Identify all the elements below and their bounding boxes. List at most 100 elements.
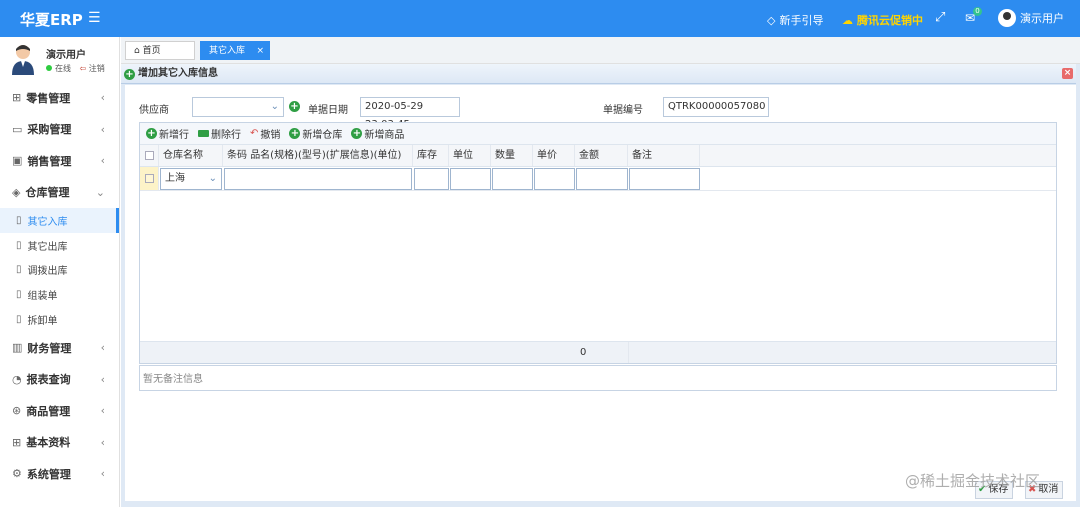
close-icon[interactable]: × bbox=[256, 42, 264, 61]
col-amount: 金额 bbox=[575, 145, 628, 166]
guide-link[interactable]: ◇ 新手引导 bbox=[767, 12, 823, 28]
add-supplier-icon[interactable]: + bbox=[289, 101, 300, 112]
add-icon: + bbox=[289, 128, 301, 139]
gear-icon: ⚙ bbox=[12, 467, 22, 481]
minus-icon bbox=[198, 130, 209, 137]
tab-home[interactable]: ⌂ 首页 bbox=[125, 41, 195, 60]
product-input[interactable] bbox=[224, 168, 412, 190]
sidebar-item-label: 商品管理 bbox=[26, 404, 71, 418]
date-field[interactable]: 2020-05-29 23:03:45 bbox=[360, 97, 460, 130]
chevron-left-icon: ‹ bbox=[100, 372, 105, 386]
col-quantity: 数量 bbox=[491, 145, 533, 166]
sidebar-item-label: 报表查询 bbox=[26, 373, 71, 387]
panel-header: + 增加其它入库信息 × bbox=[121, 64, 1076, 84]
add-row-button[interactable]: + 新增行 bbox=[146, 126, 189, 141]
panel-title: 增加其它入库信息 bbox=[138, 68, 218, 79]
sidebar-item-basic-data[interactable]: ⊞ 基本资料 ‹ bbox=[0, 426, 119, 458]
sidebar-sub-assemble[interactable]: ▯ 组装单 bbox=[0, 282, 119, 307]
number-field[interactable]: QTRK00000057080 bbox=[663, 97, 769, 117]
chevron-left-icon: ‹ bbox=[100, 154, 105, 168]
sidebar-sub-disassemble[interactable]: ▯ 拆卸单 bbox=[0, 307, 119, 332]
sidebar-item-reports[interactable]: ◔ 报表查询 ‹ bbox=[0, 363, 119, 395]
pie-icon: ◔ bbox=[12, 372, 22, 386]
sidebar-sub-label: 其它出库 bbox=[27, 241, 68, 253]
remark-placeholder: 暂无备注信息 bbox=[143, 374, 203, 385]
col-barcode-name: 条码 品名(规格)(型号)(扩展信息)(单位) bbox=[223, 145, 413, 166]
sidebar-item-system[interactable]: ⚙ 系统管理 ‹ bbox=[0, 458, 119, 490]
col-stock: 库存 bbox=[413, 145, 449, 166]
main-area: + 增加其它入库信息 × 供应商 ⌄ + 单据日期 2020-05-29 23:… bbox=[121, 64, 1080, 507]
app-logo: 华夏ERP bbox=[20, 11, 83, 29]
add-icon: + bbox=[146, 128, 157, 139]
warehouse-select[interactable]: 上海 ⌄ bbox=[160, 168, 222, 190]
amount-input[interactable] bbox=[576, 168, 628, 190]
doc-icon: ▯ bbox=[16, 214, 22, 226]
chevron-down-icon: ⌄ bbox=[95, 185, 105, 199]
add-product-button[interactable]: + 新增商品 bbox=[351, 126, 404, 141]
sidebar-item-label: 采购管理 bbox=[27, 123, 72, 137]
box-icon: ⊛ bbox=[12, 404, 22, 418]
sidebar-sub-label: 调拨出库 bbox=[27, 266, 68, 278]
remark-textarea[interactable]: 暂无备注信息 bbox=[139, 365, 1057, 391]
select-all-checkbox[interactable] bbox=[140, 145, 159, 166]
cloud-icon: ☁ bbox=[842, 13, 853, 27]
supplier-label: 供应商 bbox=[139, 105, 169, 116]
sidebar-item-purchase[interactable]: ▭ 采购管理 ‹ bbox=[0, 114, 119, 146]
quantity-input[interactable] bbox=[492, 168, 533, 190]
sidebar-sub-other-out[interactable]: ▯ 其它出库 bbox=[0, 233, 119, 258]
doc-icon: ▯ bbox=[16, 314, 22, 326]
chevron-left-icon: ‹ bbox=[100, 404, 105, 418]
cancel-label: 取消 bbox=[1038, 484, 1059, 495]
book-icon: ▥ bbox=[12, 341, 23, 355]
chevron-left-icon: ‹ bbox=[100, 341, 105, 355]
user-menu[interactable]: 演示用户 bbox=[998, 9, 1064, 27]
doc-icon: ▯ bbox=[16, 264, 22, 276]
tab-label: 其它入库 bbox=[209, 46, 246, 56]
sidebar-item-finance[interactable]: ▥ 财务管理 ‹ bbox=[0, 332, 119, 364]
sidebar-sub-label: 拆卸单 bbox=[27, 316, 58, 328]
fullscreen-icon[interactable]: ⤢ bbox=[935, 10, 945, 25]
sidebar-sub-other-in[interactable]: ▯ 其它入库 bbox=[0, 208, 119, 233]
grid-footer: 0 bbox=[140, 341, 1056, 363]
table-row[interactable]: 上海 ⌄ bbox=[140, 167, 1056, 191]
supplier-select[interactable]: ⌄ bbox=[192, 97, 284, 117]
close-panel-icon[interactable]: × bbox=[1062, 68, 1073, 79]
user-avatar-icon bbox=[12, 45, 34, 75]
sidebar-item-label: 基本资料 bbox=[26, 436, 71, 450]
unit-input[interactable] bbox=[450, 168, 491, 190]
screen-icon: ▭ bbox=[12, 122, 23, 136]
sidebar-item-label: 财务管理 bbox=[27, 341, 72, 355]
sidebar-item-products[interactable]: ⊛ 商品管理 ‹ bbox=[0, 395, 119, 427]
tab-other-in[interactable]: 其它入库 × bbox=[200, 41, 270, 60]
undo-button[interactable]: ↶ 撤销 bbox=[250, 126, 280, 141]
user-menu-label: 演示用户 bbox=[1020, 12, 1064, 25]
chevron-down-icon: ⌄ bbox=[208, 173, 217, 184]
online-dot-icon bbox=[46, 65, 52, 71]
chevron-down-icon: ⌄ bbox=[270, 101, 279, 112]
add-icon: + bbox=[124, 69, 135, 80]
grid-toolbar: + 新增行 删除行 ↶ 撤销 + 新增仓库 + 新增商品 bbox=[140, 123, 1056, 145]
promo-link[interactable]: ☁ 腾讯云促销中 bbox=[842, 12, 923, 28]
layers-icon: ◈ bbox=[12, 185, 21, 199]
user-status: 在线 ⇦ 注销 bbox=[46, 63, 105, 74]
logout-icon: ⇦ bbox=[79, 64, 87, 73]
logout-link[interactable]: 注销 bbox=[89, 64, 105, 73]
chevron-left-icon: ‹ bbox=[100, 122, 105, 136]
add-warehouse-button[interactable]: + 新增仓库 bbox=[289, 126, 342, 141]
row-checkbox[interactable] bbox=[140, 167, 159, 190]
chevron-left-icon: ‹ bbox=[100, 91, 105, 105]
remark-input[interactable] bbox=[629, 168, 700, 190]
user-panel: 演示用户 在线 ⇦ 注销 bbox=[0, 37, 119, 82]
delete-row-button[interactable]: 删除行 bbox=[198, 126, 241, 141]
panel-body: 供应商 ⌄ + 单据日期 2020-05-29 23:03:45 单据编号 QT… bbox=[125, 85, 1076, 501]
sidebar-item-retail[interactable]: ⊞ 零售管理 ‹ bbox=[0, 82, 119, 114]
sidebar-sub-transfer[interactable]: ▯ 调拨出库 bbox=[0, 258, 119, 283]
menu-toggle-icon[interactable]: ☰ bbox=[88, 10, 101, 26]
sidebar-item-warehouse[interactable]: ◈ 仓库管理 ⌄ bbox=[0, 177, 119, 209]
sidebar-sub-label: 其它入库 bbox=[27, 216, 68, 228]
price-input[interactable] bbox=[534, 168, 575, 190]
cart-icon: ▣ bbox=[12, 154, 23, 168]
sidebar-item-sales[interactable]: ▣ 销售管理 ‹ bbox=[0, 145, 119, 177]
warehouse-value: 上海 bbox=[165, 173, 185, 184]
stock-input[interactable] bbox=[414, 168, 449, 190]
